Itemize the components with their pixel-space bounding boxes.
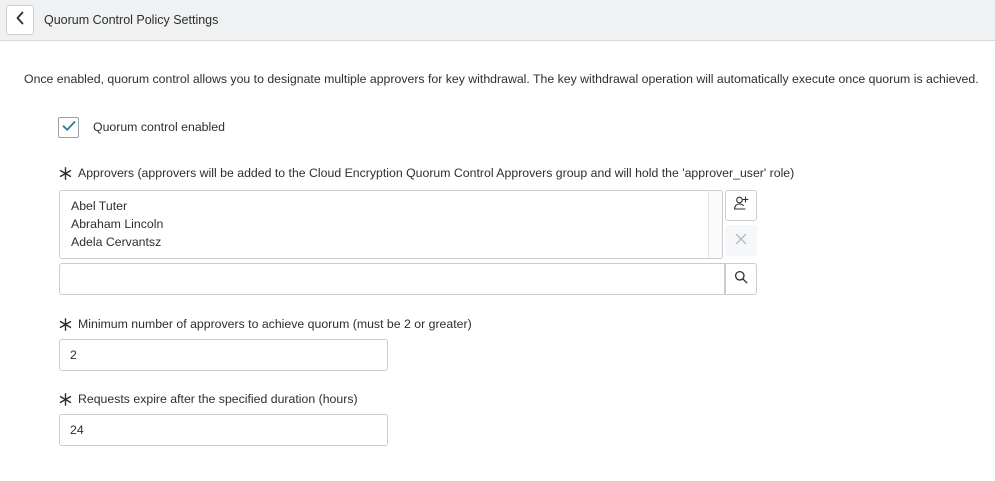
expiry-hours-input[interactable] [59, 414, 388, 446]
chevron-left-icon [15, 11, 25, 30]
remove-approver-button[interactable] [725, 225, 757, 256]
expiry-label: Requests expire after the specified dura… [78, 392, 358, 406]
add-approver-button[interactable] [725, 190, 757, 221]
mandatory-asterisk-icon [59, 317, 72, 331]
page-header: Quorum Control Policy Settings [0, 0, 995, 41]
mandatory-asterisk-icon [59, 166, 72, 180]
list-scrollbar[interactable] [708, 191, 722, 258]
approvers-label-row: Approvers (approvers will be added to th… [59, 166, 794, 180]
quorum-enabled-label: Quorum control enabled [93, 120, 225, 134]
approver-search-button[interactable] [725, 263, 757, 295]
approver-search-input[interactable] [59, 263, 725, 295]
close-icon [735, 232, 747, 250]
back-button[interactable] [6, 5, 34, 35]
intro-text: Once enabled, quorum control allows you … [24, 72, 979, 86]
expiry-label-row: Requests expire after the specified dura… [59, 392, 358, 406]
list-item[interactable]: Abraham Lincoln [71, 215, 722, 233]
quorum-enabled-checkbox[interactable] [58, 117, 79, 138]
approvers-label: Approvers (approvers will be added to th… [78, 166, 795, 180]
min-approvers-label-row: Minimum number of approvers to achieve q… [59, 317, 472, 331]
min-approvers-label: Minimum number of approvers to achieve q… [78, 317, 472, 331]
approvers-list[interactable]: Abel Tuter Abraham Lincoln Adela Cervant… [59, 190, 723, 259]
mandatory-asterisk-icon [59, 392, 72, 406]
list-item[interactable]: Abel Tuter [71, 197, 722, 215]
add-user-icon [733, 195, 749, 216]
search-icon [734, 270, 748, 289]
min-approvers-input[interactable] [59, 339, 388, 371]
list-item[interactable]: Adela Cervantsz [71, 233, 722, 251]
checkmark-icon [62, 119, 76, 137]
page-title: Quorum Control Policy Settings [44, 13, 219, 27]
